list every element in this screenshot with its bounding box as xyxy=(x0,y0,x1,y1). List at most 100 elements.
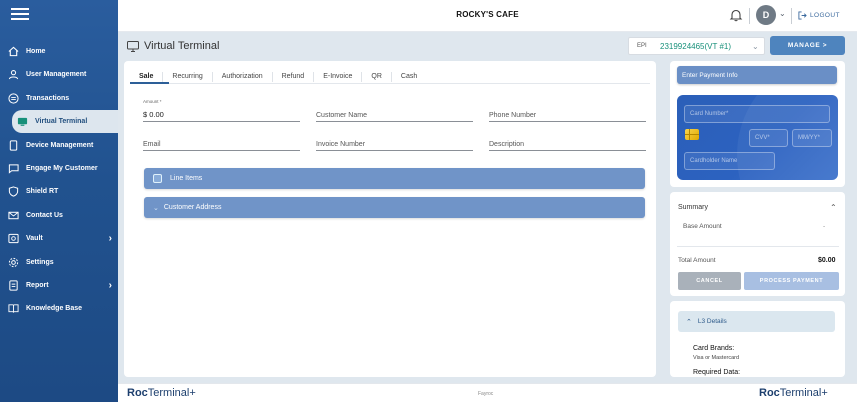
line-items-accordion[interactable]: Line Items xyxy=(144,168,645,189)
sidebar-item-label: Contact Us xyxy=(26,211,63,219)
tab-bar: Sale Recurring Authorization Refund E-In… xyxy=(130,70,426,84)
sidebar-nav: Home User Management Transactions Virtua… xyxy=(0,40,118,321)
customer-name-field[interactable]: Customer Name xyxy=(316,106,473,122)
gear-icon xyxy=(7,256,19,268)
logo-rest: Terminal+ xyxy=(779,387,828,399)
sidebar-item-label: Report xyxy=(26,281,49,289)
sidebar-item-label: Device Management xyxy=(26,141,94,149)
virtual-terminal-form: Sale Recurring Authorization Refund E-In… xyxy=(124,61,656,377)
cancel-button[interactable]: CANCEL xyxy=(678,272,741,290)
sidebar-item-contact-us[interactable]: Contact Us xyxy=(0,204,118,227)
epi-label: EPI xyxy=(637,43,647,49)
sidebar-item-label: Engage My Customer xyxy=(26,164,98,172)
avatar[interactable]: D xyxy=(756,5,776,25)
chevron-down-icon: ⌄ xyxy=(752,42,759,51)
divider xyxy=(791,8,792,24)
home-icon xyxy=(7,46,19,58)
sidebar-item-label: Settings xyxy=(26,258,54,266)
book-icon xyxy=(7,303,19,315)
phone-number-placeholder: Phone Number xyxy=(489,112,537,119)
description-placeholder: Description xyxy=(489,141,525,148)
hamburger-menu-icon[interactable] xyxy=(11,8,29,22)
sidebar-item-transactions[interactable]: Transactions xyxy=(0,87,118,110)
chevron-right-icon[interactable]: › xyxy=(109,233,112,244)
cvv-input[interactable]: CVV* xyxy=(749,129,788,147)
shield-icon xyxy=(7,186,19,198)
tab-cash[interactable]: Cash xyxy=(392,72,426,82)
logo-bold: Roc xyxy=(127,387,148,399)
chevron-down-icon[interactable]: ⌄ xyxy=(779,9,786,18)
expiry-input[interactable]: MM/YY* xyxy=(792,129,832,147)
description-field[interactable]: Description xyxy=(489,135,646,151)
chevron-down-icon: ⌄ xyxy=(153,204,159,212)
logout-icon xyxy=(798,11,807,20)
amount-value: $ 0.00 xyxy=(143,110,164,119)
bell-icon[interactable] xyxy=(729,8,743,22)
chat-icon xyxy=(7,162,19,174)
terminal-icon xyxy=(16,116,28,128)
line-items-label: Line Items xyxy=(170,175,203,182)
page-header: Virtual Terminal EPI 2319924465(VT #1) ⌄… xyxy=(118,32,857,59)
phone-number-field[interactable]: Phone Number xyxy=(489,106,646,122)
line-items-checkbox[interactable] xyxy=(153,174,162,183)
email-placeholder: Email xyxy=(143,141,161,148)
card-chip-icon xyxy=(685,129,699,140)
vault-icon xyxy=(7,233,19,245)
sidebar-item-vault[interactable]: Vault › xyxy=(0,227,118,250)
manage-button[interactable]: MANAGE > xyxy=(770,36,845,55)
mail-icon xyxy=(7,209,19,221)
monitor-icon xyxy=(127,40,139,52)
chevron-right-icon[interactable]: › xyxy=(109,280,112,291)
active-tab-indicator xyxy=(130,82,169,84)
tab-e-invoice[interactable]: E-Invoice xyxy=(314,72,363,82)
sidebar-item-report[interactable]: Report › xyxy=(0,274,118,297)
l3-details-label: L3 Details xyxy=(697,318,727,325)
card-brands-value: Visa or Mastercard xyxy=(693,355,740,361)
epi-select[interactable]: EPI 2319924465(VT #1) ⌄ xyxy=(628,37,765,55)
page-title-text: Virtual Terminal xyxy=(144,40,220,52)
sidebar-item-label: Transactions xyxy=(26,94,70,102)
customer-address-accordion[interactable]: ⌄ Customer Address xyxy=(144,197,645,218)
card-number-input[interactable]: Card Number* xyxy=(684,105,830,123)
l3-details-toggle[interactable]: ⌃ L3 Details xyxy=(678,311,835,332)
payment-info-header[interactable]: Enter Payment Info xyxy=(677,66,837,84)
logout-button[interactable]: LOGOUT xyxy=(798,11,840,20)
invoice-number-placeholder: Invoice Number xyxy=(316,141,366,148)
base-amount-label: Base Amount xyxy=(683,223,722,230)
sidebar-item-settings[interactable]: Settings xyxy=(0,251,118,274)
chevron-up-icon: ⌃ xyxy=(686,318,692,326)
email-field[interactable]: Email xyxy=(143,135,300,151)
tab-qr[interactable]: QR xyxy=(362,72,392,82)
page-title: Virtual Terminal xyxy=(127,40,219,52)
footer: RocTerminal+ Fayroc RocTerminal+ xyxy=(118,383,857,402)
sidebar-item-user-management[interactable]: User Management xyxy=(0,63,118,86)
sidebar-item-label: User Management xyxy=(26,71,87,79)
sidebar: Home User Management Transactions Virtua… xyxy=(0,0,118,402)
sidebar-item-engage-my-customer[interactable]: Engage My Customer xyxy=(0,157,118,180)
sidebar-item-knowledge-base[interactable]: Knowledge Base xyxy=(0,297,118,320)
chevron-up-icon[interactable]: ⌃ xyxy=(830,203,837,212)
required-data-title: Required Data: xyxy=(693,369,741,376)
credit-card-form: Card Number* CVV* MM/YY* Cardholder Name xyxy=(677,95,838,180)
sidebar-item-label: Knowledge Base xyxy=(26,305,83,313)
tab-recurring[interactable]: Recurring xyxy=(163,72,213,82)
customer-address-label: Customer Address xyxy=(163,204,222,211)
sidebar-item-shield-rt[interactable]: Shield RT xyxy=(0,180,118,203)
base-amount-value: - xyxy=(823,223,826,230)
tab-refund[interactable]: Refund xyxy=(273,72,315,82)
logo-bold: Roc xyxy=(759,387,780,399)
tab-authorization[interactable]: Authorization xyxy=(213,72,273,82)
user-icon xyxy=(7,69,19,81)
total-amount-value: $0.00 xyxy=(818,257,836,264)
tab-divider xyxy=(130,83,650,84)
customer-name-placeholder: Customer Name xyxy=(316,112,367,119)
cardholder-name-input[interactable]: Cardholder Name xyxy=(684,152,775,170)
tab-sale[interactable]: Sale xyxy=(130,72,164,82)
summary-title: Summary xyxy=(678,204,708,211)
invoice-number-field[interactable]: Invoice Number xyxy=(316,135,473,151)
amount-field[interactable]: Amount * $ 0.00 xyxy=(143,99,300,122)
sidebar-item-virtual-terminal[interactable]: Virtual Terminal xyxy=(12,110,118,134)
sidebar-item-device-management[interactable]: Device Management xyxy=(0,134,118,157)
process-payment-button[interactable]: PROCESS PAYMENT xyxy=(744,272,839,290)
sidebar-item-home[interactable]: Home xyxy=(0,40,118,63)
